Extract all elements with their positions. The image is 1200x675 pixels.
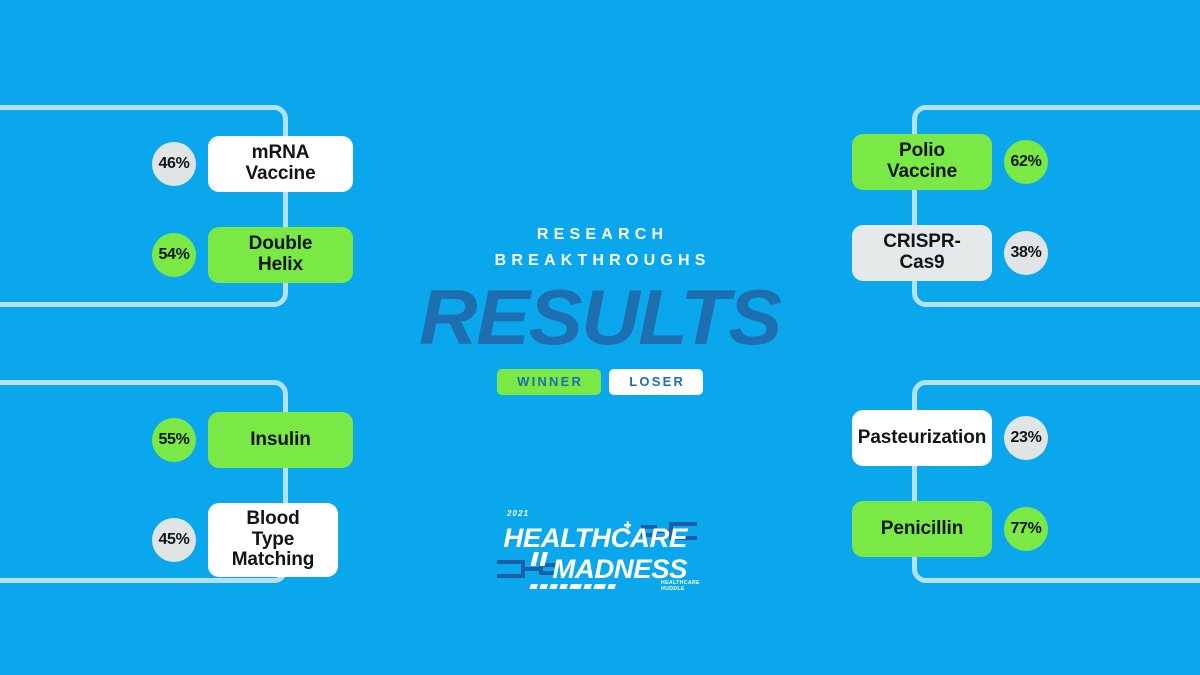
kicker-line-1: RESEARCH <box>536 226 669 243</box>
kicker-heading: RESEARCH BREAKTHROUGHS <box>489 222 710 274</box>
competitor-card[interactable]: mRNA Vaccine <box>208 136 353 192</box>
healthcare-madness-logo: 2021 HEALTHCARE MADNESS HEALTHCARE HUDDL… <box>485 500 715 600</box>
percent-badge: 46% <box>152 142 196 186</box>
competitor-card[interactable]: Polio Vaccine <box>852 134 992 190</box>
matchup-row[interactable]: 45% Blood Type Matching <box>152 503 338 577</box>
percent-badge: 45% <box>152 517 196 562</box>
competitor-card[interactable]: Blood Type Matching <box>208 503 338 577</box>
svg-text:HUDDLE: HUDDLE <box>661 586 685 592</box>
percent-badge: 62% <box>1004 140 1048 184</box>
matchup-row[interactable]: 62% Polio Vaccine <box>852 134 1048 190</box>
legend: WINNER LOSER <box>496 368 704 395</box>
logo-bracket-left <box>497 560 556 578</box>
kicker-line-2: BREAKTHROUGHS <box>494 251 711 269</box>
svg-text:2021: 2021 <box>506 509 529 518</box>
competitor-card[interactable]: Insulin <box>208 412 353 468</box>
matchup-row[interactable]: 55% Insulin <box>152 412 353 468</box>
competitor-card[interactable]: Pasteurization <box>852 410 992 466</box>
results-bracket-graphic: 46% mRNA Vaccine 54% Double Helix 55% In… <box>0 0 1200 675</box>
logo-dash-underline <box>529 584 616 589</box>
legend-loser-pill: LOSER <box>609 368 704 395</box>
matchup-row[interactable]: 77% Penicillin <box>852 501 1048 557</box>
percent-badge: 23% <box>1004 416 1048 460</box>
page-title: RESULTS <box>419 272 782 361</box>
svg-text:HEALTHCARE: HEALTHCARE <box>503 522 688 553</box>
matchup-row[interactable]: 46% mRNA Vaccine <box>152 136 353 192</box>
percent-badge: 55% <box>152 418 196 462</box>
legend-winner-pill: WINNER <box>496 368 602 395</box>
percent-badge: 77% <box>1004 507 1048 551</box>
center-title-block: RESEARCH BREAKTHROUGHS RESULTS WINNER LO… <box>0 222 1200 395</box>
matchup-row[interactable]: 23% Pasteurization <box>852 410 1048 466</box>
competitor-card[interactable]: Penicillin <box>852 501 992 557</box>
